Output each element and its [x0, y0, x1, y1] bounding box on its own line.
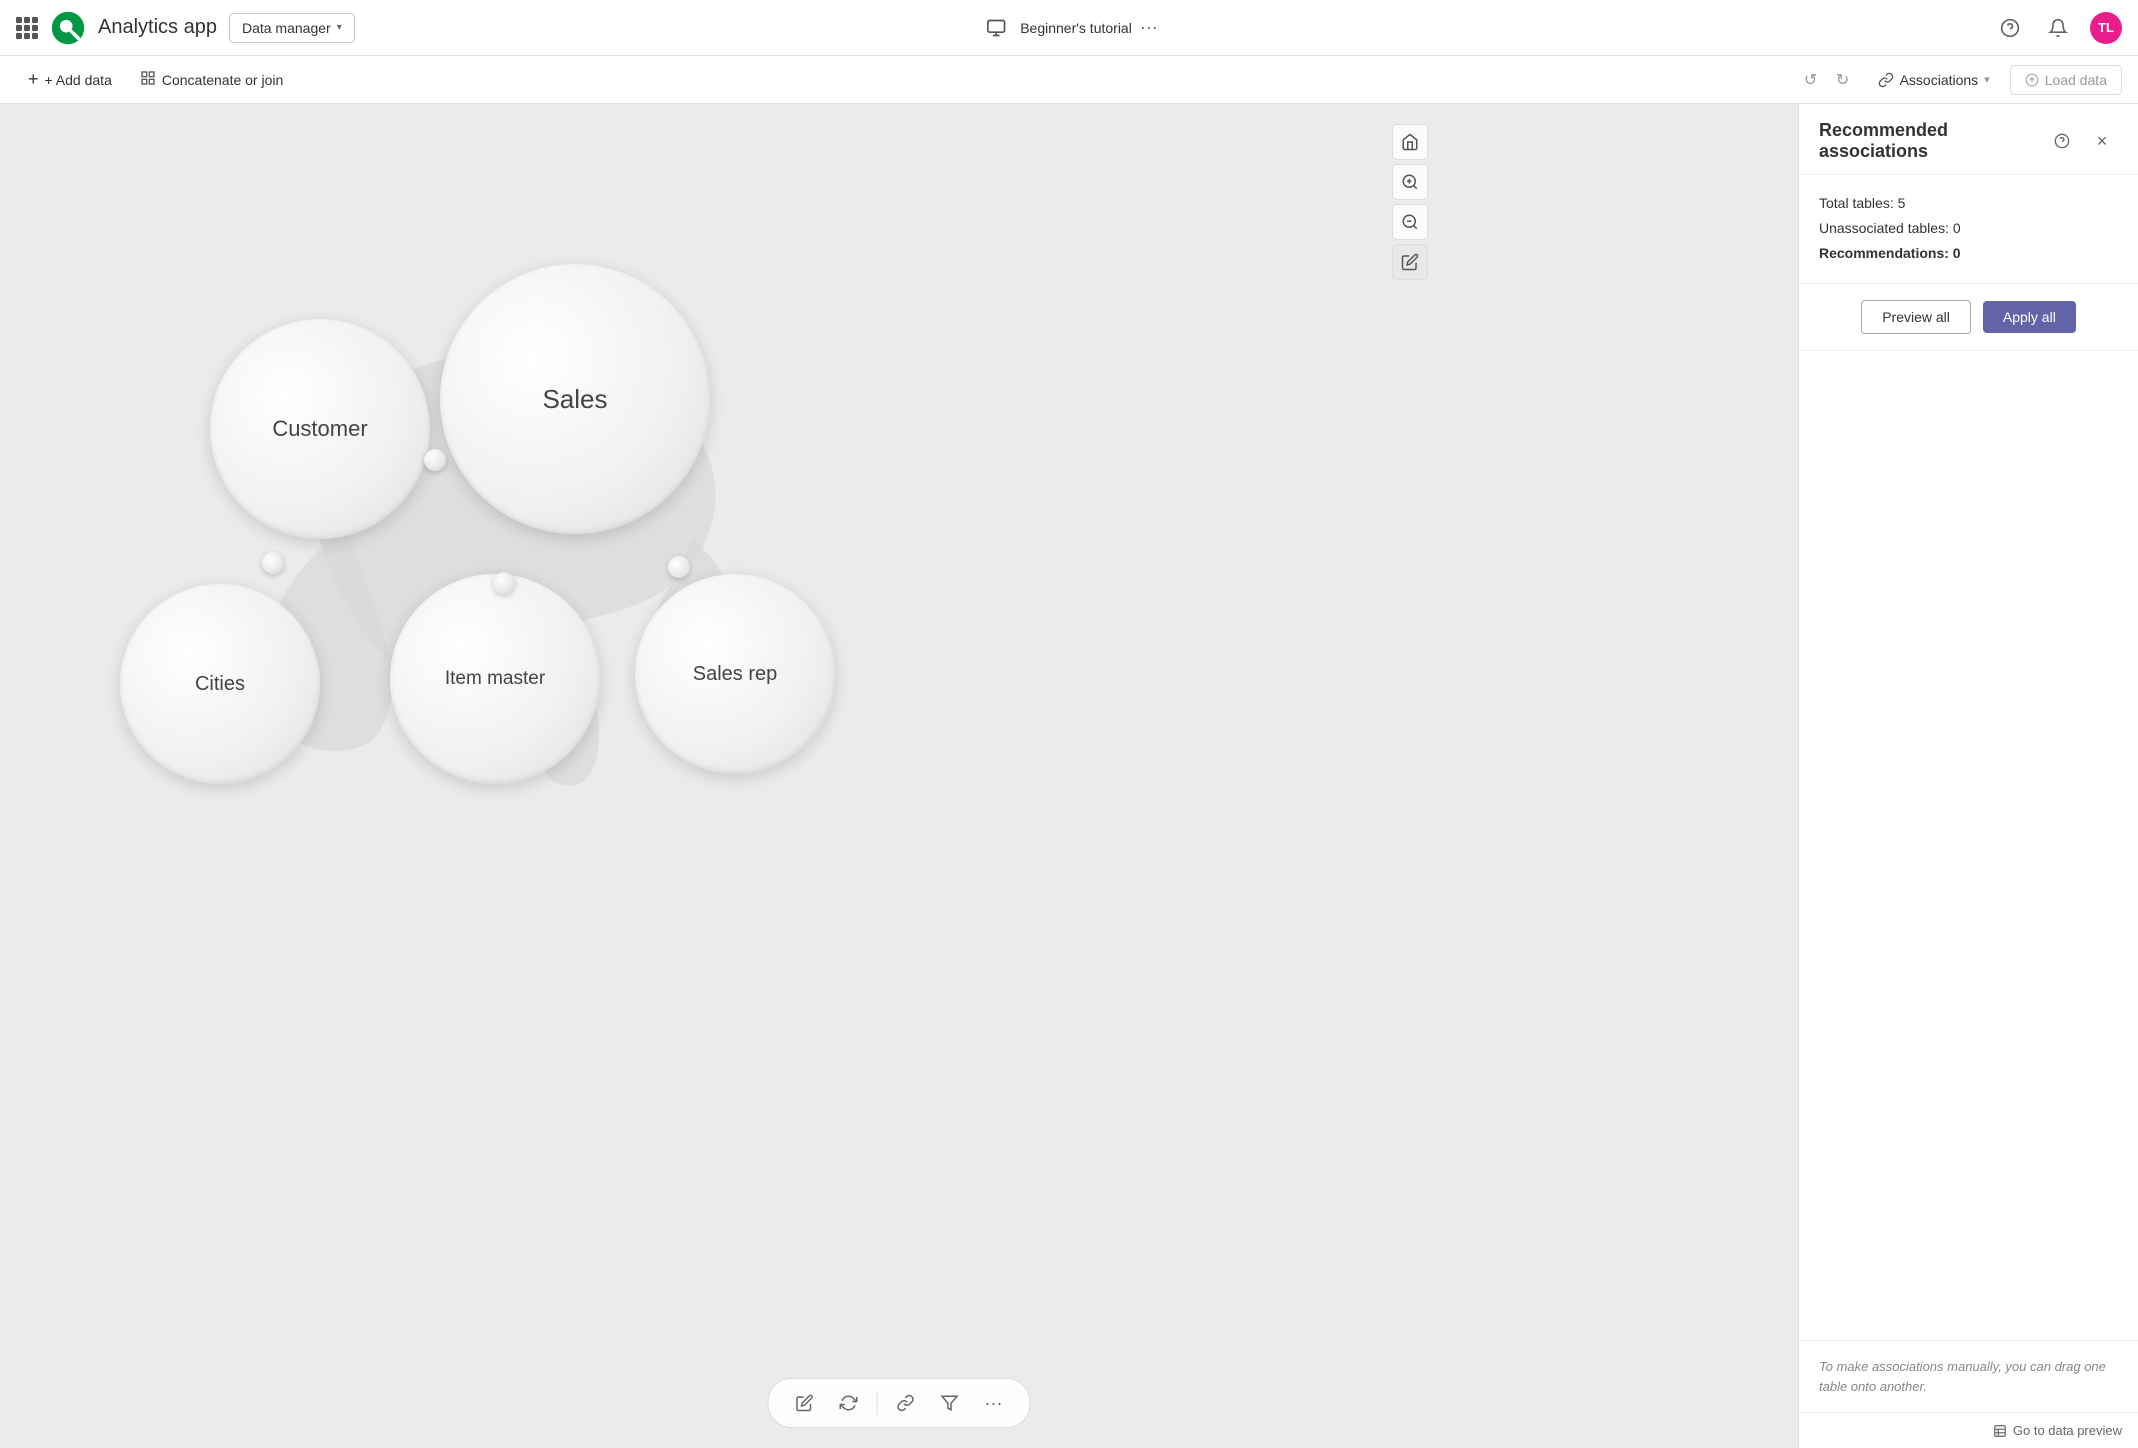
bottom-filter-icon[interactable]: [934, 1387, 966, 1419]
unassociated-text: Unassociated tables: 0: [1819, 216, 2118, 241]
avatar[interactable]: TL: [2090, 12, 2122, 44]
bottom-toolbar: ···: [768, 1378, 1031, 1428]
panel-title: Recommended associations: [1819, 120, 2046, 162]
concat-icon: [140, 70, 156, 89]
zoom-in-button[interactable]: [1392, 164, 1428, 200]
chevron-down-icon: ▾: [337, 22, 342, 33]
plus-icon: +: [28, 69, 39, 90]
toolbar: + + Add data Concatenate or join ↺ ↻ Ass…: [0, 56, 2138, 104]
concatenate-join-button[interactable]: Concatenate or join: [128, 64, 295, 95]
preview-all-button[interactable]: Preview all: [1861, 300, 1971, 334]
qlik-logo[interactable]: [50, 10, 86, 46]
toolbar-right: ↺ ↻ Associations ▾ Load data: [1796, 65, 2122, 95]
recommendations-text: Recommendations: 0: [1819, 241, 2118, 266]
item-master-label: Item master: [445, 668, 545, 690]
sales-rep-label: Sales rep: [693, 663, 778, 686]
tutorial-more-icon[interactable]: ···: [1140, 17, 1158, 38]
help-icon[interactable]: [1994, 12, 2026, 44]
load-data-button[interactable]: Load data: [2010, 65, 2122, 95]
tutorial-label[interactable]: Beginner's tutorial: [1020, 20, 1132, 36]
add-data-button[interactable]: + + Add data: [16, 63, 124, 96]
right-panel: Recommended associations × Total tables:…: [1798, 104, 2138, 1448]
main-area: Customer Sales Cities Item master Sales …: [0, 104, 2138, 1448]
sales-bubble[interactable]: Sales: [440, 264, 710, 534]
edit-button[interactable]: [1392, 244, 1428, 280]
panel-actions: Preview all Apply all: [1799, 284, 2138, 351]
panel-body: [1799, 351, 2138, 1340]
connection-node-3: [493, 572, 515, 594]
bottom-edit-icon[interactable]: [789, 1387, 821, 1419]
panel-footer: To make associations manually, you can d…: [1799, 1340, 2138, 1412]
bottom-link-icon[interactable]: [890, 1387, 922, 1419]
bottom-more-icon[interactable]: ···: [978, 1387, 1010, 1419]
topnav: Analytics app Data manager ▾ Beginner's …: [0, 0, 2138, 56]
panel-data-preview-bar[interactable]: Go to data preview: [1799, 1412, 2138, 1448]
associations-button[interactable]: Associations ▾: [1866, 66, 2002, 94]
right-toolbar: [1392, 124, 1428, 280]
cities-bubble[interactable]: Cities: [120, 584, 320, 784]
connection-node-1: [424, 449, 446, 471]
bottom-refresh-icon[interactable]: [833, 1387, 865, 1419]
customer-label: Customer: [272, 416, 367, 442]
redo-button[interactable]: ↻: [1828, 65, 1858, 95]
panel-info: Total tables: 5 Unassociated tables: 0 R…: [1799, 175, 2138, 284]
data-preview-label: Go to data preview: [2013, 1423, 2122, 1438]
panel-close-icon[interactable]: ×: [2086, 125, 2118, 157]
topnav-right: TL: [1994, 12, 2122, 44]
total-tables-text: Total tables: 5: [1819, 191, 2118, 216]
undo-button[interactable]: ↺: [1796, 65, 1826, 95]
undo-redo-group: ↺ ↻: [1796, 65, 1858, 95]
bottom-separator: [877, 1391, 878, 1415]
connection-node-2: [262, 552, 284, 574]
panel-header: Recommended associations ×: [1799, 104, 2138, 175]
zoom-out-button[interactable]: [1392, 204, 1428, 240]
topnav-center: Beginner's tutorial ···: [980, 12, 1158, 44]
item-master-bubble[interactable]: Item master: [390, 574, 600, 784]
screen-icon: [980, 12, 1012, 44]
chevron-down-icon: ▾: [1984, 73, 1990, 86]
customer-bubble[interactable]: Customer: [210, 319, 430, 539]
panel-header-icons: ×: [2046, 125, 2118, 157]
connection-node-4: [668, 556, 690, 578]
notifications-icon[interactable]: [2042, 12, 2074, 44]
apply-all-button[interactable]: Apply all: [1983, 301, 2076, 333]
cities-label: Cities: [195, 673, 245, 696]
data-manager-dropdown[interactable]: Data manager ▾: [229, 13, 355, 43]
sales-label: Sales: [542, 384, 607, 415]
sales-rep-bubble[interactable]: Sales rep: [635, 574, 835, 774]
home-view-button[interactable]: [1392, 124, 1428, 160]
apps-icon[interactable]: [16, 17, 38, 39]
canvas-area[interactable]: Customer Sales Cities Item master Sales …: [0, 104, 1798, 1448]
panel-help-icon[interactable]: [2046, 125, 2078, 157]
toolbar-left: + + Add data Concatenate or join: [16, 63, 1792, 96]
app-title: Analytics app: [98, 16, 217, 39]
